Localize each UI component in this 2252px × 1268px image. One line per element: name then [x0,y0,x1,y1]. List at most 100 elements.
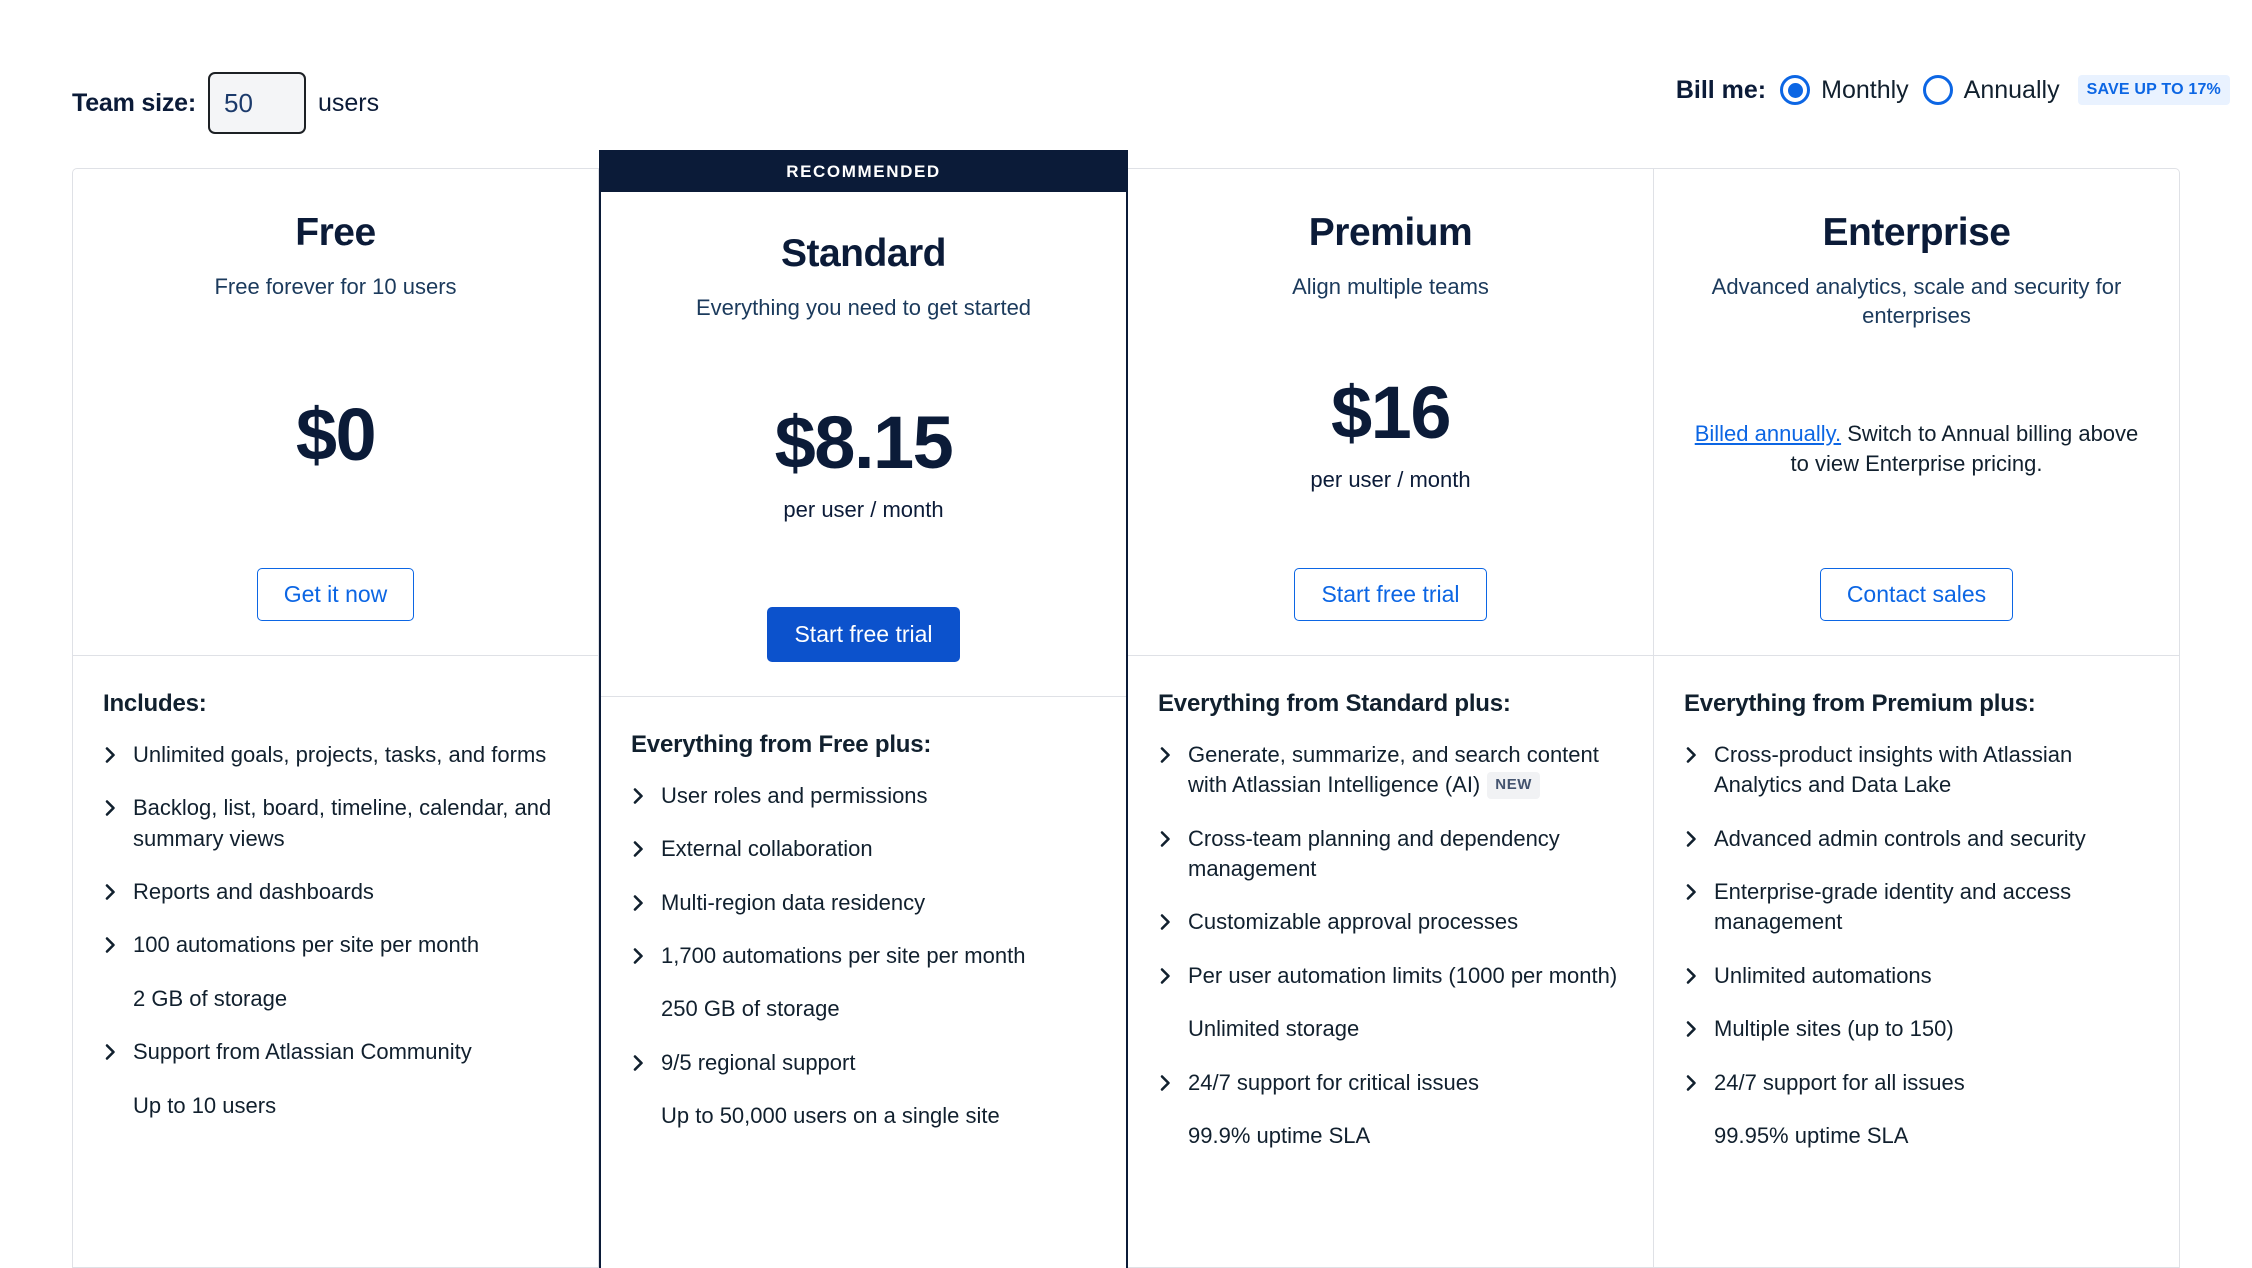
chevron-right-icon [1158,907,1174,937]
team-size-input[interactable] [207,72,306,134]
feature-item-label: External collaboration [661,836,873,862]
chevron-right-icon [1684,1068,1700,1098]
feature-item[interactable]: 24/7 support for critical issues [1158,1068,1623,1098]
feature-item[interactable]: 24/7 support for all issues [1684,1068,2149,1098]
feature-item[interactable]: Customizable approval processes [1158,907,1623,937]
feature-list: Generate, summarize, and search content … [1158,740,1623,1151]
feature-item-label: Up to 10 users [133,1092,277,1118]
enterprise-billing-note: Billed annually. Switch to Annual billin… [1684,419,2149,480]
feature-item[interactable]: Per user automation limits (1000 per mon… [1158,961,1623,991]
plan-tagline: Align multiple teams [1292,274,1489,299]
feature-item-label: Cross-team planning and dependency manag… [1188,825,1560,882]
radio-annually-icon[interactable] [1922,75,1953,105]
plan-cta-button-premium[interactable]: Start free trial [1294,568,1487,621]
chevron-right-icon [103,793,119,823]
feature-item-label: Generate, summarize, and search content … [1188,742,1599,800]
feature-item-label: Cross-product insights with Atlassian An… [1714,742,2073,798]
feature-item-label: 1,700 automations per site per month [661,943,1026,969]
feature-indent-spacer [1684,1121,1700,1151]
feature-item-label: 9/5 regional support [661,1049,856,1075]
feature-list: Cross-product insights with Atlassian An… [1684,740,2149,1151]
chevron-right-icon [631,888,647,918]
feature-item[interactable]: Unlimited automations [1684,961,2149,991]
feature-item-label: Support from Atlassian Community [133,1039,472,1065]
feature-item-label: 24/7 support for critical issues [1188,1069,1480,1095]
feature-indent-spacer [103,1091,119,1121]
plan-features-premium: Everything from Standard plus: Generate,… [1128,655,1653,1267]
feature-item[interactable]: Cross-product insights with Atlassian An… [1684,740,2149,801]
feature-item[interactable]: Support from Atlassian Community [103,1037,568,1067]
feature-list: User roles and permissions External colla… [631,781,1096,1132]
feature-item: 2 GB of storage [103,984,568,1014]
billing-frequency-control: Bill me: Monthly Annually SAVE UP TO 17% [1676,75,2230,105]
feature-item-label: 24/7 support for all issues [1714,1069,1965,1095]
feature-item-label: 99.9% uptime SLA [1188,1122,1371,1148]
chevron-right-icon [103,930,119,960]
feature-item-label: 100 automations per site per month [133,932,480,958]
feature-item-label: 250 GB of storage [661,996,840,1022]
plan-price: $8.15 [774,401,954,485]
recommended-ribbon: RECOMMENDED [601,152,1126,192]
feature-item[interactable]: External collaboration [631,834,1096,864]
chevron-right-icon [1684,824,1700,854]
feature-item: Up to 50,000 users on a single site [631,1101,1096,1131]
pricing-plans-grid: Free Free forever for 10 users $0 Get it… [72,150,2180,1268]
plan-tagline: Advanced analytics, scale and security f… [1711,274,2122,328]
features-title: Everything from Premium plus: [1684,690,2036,717]
chevron-right-icon [1684,877,1700,907]
feature-indent-spacer [631,1101,647,1131]
feature-item-label: Backlog, list, board, timeline, calendar… [133,795,552,851]
feature-item[interactable]: Backlog, list, board, timeline, calendar… [103,793,568,854]
plan-cta-button-free[interactable]: Get it now [256,568,415,621]
chevron-right-icon [631,1048,647,1078]
features-title: Everything from Free plus: [631,731,932,758]
billing-option-monthly[interactable]: Monthly [1780,75,1909,105]
plan-tagline: Everything you need to get started [695,295,1032,320]
radio-monthly-icon[interactable] [1780,75,1811,105]
feature-item[interactable]: 1,700 automations per site per month [631,941,1096,971]
feature-indent-spacer [1158,1014,1174,1044]
feature-item[interactable]: User roles and permissions [631,781,1096,811]
feature-item[interactable]: 9/5 regional support [631,1048,1096,1078]
feature-item[interactable]: Generate, summarize, and search content … [1158,740,1623,801]
billing-option-annually[interactable]: Annually [1922,75,2060,105]
feature-item-label: Unlimited automations [1714,962,1932,988]
bill-me-label: Bill me: [1675,75,1767,104]
new-badge: NEW [1487,772,1541,800]
plan-header-premium: Premium Align multiple teams $16 per use… [1128,169,1653,655]
feature-item-label: User roles and permissions [661,783,928,808]
feature-item-label: 99.95% uptime SLA [1714,1122,1909,1148]
feature-item-label: Unlimited storage [1188,1016,1360,1042]
plan-features-standard: Everything from Free plus: User roles an… [601,696,1126,1268]
feature-item[interactable]: Enterprise-grade identity and access man… [1684,877,2149,938]
chevron-right-icon [1684,1014,1700,1044]
plan-card-standard: RECOMMENDED Standard Everything you need… [599,150,1128,1268]
feature-item[interactable]: 100 automations per site per month [103,930,568,960]
feature-item[interactable]: Cross-team planning and dependency manag… [1158,824,1623,885]
billed-annually-link[interactable]: Billed annually. [1695,421,1841,446]
feature-item[interactable]: Multiple sites (up to 150) [1684,1014,2149,1044]
feature-item[interactable]: Unlimited goals, projects, tasks, and fo… [103,740,568,770]
plan-cta-button-enterprise[interactable]: Contact sales [1819,568,2014,621]
feature-indent-spacer [1158,1121,1174,1151]
plan-header-free: Free Free forever for 10 users $0 Get it… [73,169,598,655]
team-size-label: Team size: [72,88,196,117]
plan-header-standard: Standard Everything you need to get star… [601,192,1126,696]
chevron-right-icon [103,740,119,770]
plan-name: Enterprise [1822,211,2011,254]
plan-cta-button-standard[interactable]: Start free trial [767,607,960,662]
chevron-right-icon [1684,961,1700,991]
enterprise-billing-note-text: Switch to Annual billing above to view E… [1790,420,2139,477]
chevron-right-icon [1158,824,1174,854]
feature-item[interactable]: Multi-region data residency [631,888,1096,918]
feature-item[interactable]: Advanced admin controls and security [1684,824,2149,854]
features-title: Everything from Standard plus: [1158,690,1511,717]
chevron-right-icon [631,781,647,811]
feature-item-label: Per user automation limits (1000 per mon… [1188,962,1618,988]
feature-item: Up to 10 users [103,1091,568,1121]
plan-price: $16 [1331,371,1451,455]
feature-item: Unlimited storage [1158,1014,1623,1044]
feature-item[interactable]: Reports and dashboards [103,877,568,907]
chevron-right-icon [103,877,119,907]
plan-card-enterprise: Enterprise Advanced analytics, scale and… [1654,168,2180,1268]
